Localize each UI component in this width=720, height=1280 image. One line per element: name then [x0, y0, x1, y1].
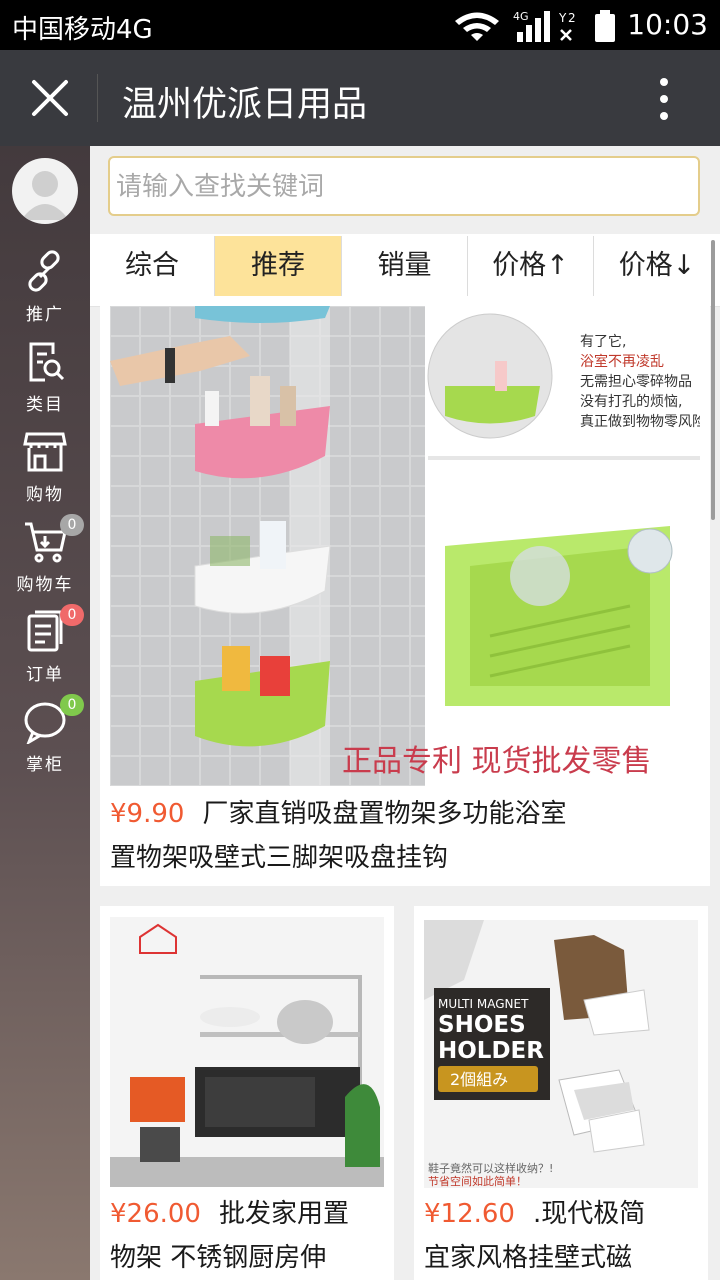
tab-recommended[interactable]: 推荐 [215, 236, 341, 296]
svg-text:有了它,: 有了它, [580, 333, 626, 350]
image-text-line: HOLDER [438, 1038, 544, 1064]
product-title-line1: 厂家直销吸盘置物架多功能浴室 [202, 799, 567, 829]
product-title-line2: 物架 不锈钢厨房伸 [110, 1243, 327, 1273]
network-type-label: 4G [513, 10, 529, 23]
sidebar-item-label: 推广 [26, 305, 64, 325]
product-title[interactable]: ¥26.00 批发家用置 物架 不锈钢厨房伸 [110, 1192, 384, 1280]
carrier-name: 中国移动4G [12, 15, 153, 45]
svg-text:没有打孔的烦恼,: 没有打孔的烦恼, [580, 393, 682, 410]
sidebar-item-label: 类目 [26, 395, 64, 415]
tab-price-asc[interactable]: 价格↑ [468, 236, 593, 296]
cart-badge: 0 [60, 514, 84, 536]
image-text-line: 2個組み [450, 1070, 508, 1089]
wifi-icon [455, 12, 499, 41]
svg-text:节省空间如此简单！: 节省空间如此简单！ [428, 1174, 527, 1188]
sidebar-item-orders[interactable]: 0 订单 [0, 604, 90, 690]
product-image[interactable] [110, 917, 384, 1187]
product-card[interactable]: ¥26.00 批发家用置 物架 不锈钢厨房伸 [100, 906, 394, 1280]
sidebar-item-label: 购物 [26, 485, 64, 505]
orders-badge: 0 [60, 604, 84, 626]
product-title-line2: 置物架吸壁式三脚架吸盘挂钩 [110, 843, 449, 873]
sidebar-item-label: 订单 [26, 665, 64, 685]
image-text-line: SHOES [438, 1012, 526, 1038]
svg-text:浴室不再凌乱: 浴室不再凌乱 [580, 353, 664, 370]
sidebar-item-label: 掌柜 [26, 755, 64, 775]
product-title-line1: 批发家用置 [218, 1199, 349, 1229]
shelf-product-photo: 有了它, 浴室不再凌乱 无需担心零碎物品 没有打孔的烦恼, 真正做到物物零风险 … [110, 306, 700, 786]
sidebar-item-promote[interactable]: 推广 [0, 250, 90, 330]
product-image-caption: 正品专利 现货批发零售 [342, 744, 652, 779]
svg-text:无需担心零碎物品: 无需担心零碎物品 [580, 374, 692, 390]
product-title[interactable]: ¥9.90 厂家直销吸盘置物架多功能浴室 置物架吸壁式三脚架吸盘挂钩 [110, 792, 700, 880]
sidebar-item-category[interactable]: 类目 [0, 340, 90, 420]
tab-price-desc[interactable]: 价格↓ [594, 236, 720, 296]
search-box[interactable] [108, 156, 700, 216]
svg-text:Y: Y [558, 11, 567, 25]
main-content: 综合 推荐 销量 价格↑ 价格↓ [90, 146, 720, 1280]
title-bar: 温州优派日用品 [0, 50, 720, 146]
svg-text:鞋子竟然可以这样收纳？!: 鞋子竟然可以这样收纳？! [428, 1161, 553, 1175]
user-avatar-icon [21, 171, 69, 220]
search-input[interactable] [116, 172, 694, 202]
shoe-holder-photo: MULTI MAGNET SHOES HOLDER 2個組み 鞋子竟然可以这样收… [424, 920, 698, 1188]
title-divider [97, 74, 98, 122]
product-card[interactable]: MULTI MAGNET SHOES HOLDER 2個組み 鞋子竟然可以这样收… [414, 906, 708, 1280]
battery-icon [595, 10, 615, 42]
sidebar-item-cart[interactable]: 0 购物车 [0, 514, 90, 600]
sidebar-item-shopkeeper[interactable]: 0 掌柜 [0, 694, 90, 780]
page-title: 温州优派日用品 [122, 85, 368, 125]
tab-sales[interactable]: 销量 [342, 236, 467, 296]
chat-badge: 0 [60, 694, 84, 716]
product-price: ¥12.60 [424, 1199, 515, 1229]
more-options-icon[interactable] [650, 76, 678, 122]
product-title-line2: 宜家风格挂壁式磁 [424, 1243, 633, 1273]
product-card[interactable]: 有了它, 浴室不再凌乱 无需担心零碎物品 没有打孔的烦恼, 真正做到物物零风险 … [100, 306, 710, 886]
status-bar: 中国移动4G 4G Y 2 10:03 [0, 0, 720, 50]
link-icon [28, 250, 60, 292]
shop-icon [23, 432, 67, 472]
product-price: ¥9.90 [110, 799, 185, 829]
sort-tabs: 综合 推荐 销量 价格↑ 价格↓ [90, 234, 720, 307]
product-image[interactable]: 有了它, 浴室不再凌乱 无需担心零碎物品 没有打孔的烦恼, 真正做到物物零风险 … [110, 306, 700, 786]
sidebar: 推广 类目 购物 0 购物车 0 订单 0 掌柜 [0, 146, 90, 1280]
product-image[interactable]: MULTI MAGNET SHOES HOLDER 2個組み 鞋子竟然可以这样收… [424, 920, 698, 1188]
category-search-icon [29, 342, 65, 382]
sim-slot-label: 2 [568, 11, 576, 25]
image-text-line: MULTI MAGNET [438, 997, 529, 1011]
tab-overall[interactable]: 综合 [90, 236, 214, 296]
clock: 10:03 [627, 8, 708, 41]
sim-signal-icon: Y 2 [558, 11, 576, 41]
product-title-line1: .现代极简 [532, 1199, 646, 1229]
sidebar-item-label: 购物车 [16, 575, 74, 595]
product-title[interactable]: ¥12.60 .现代极简 宜家风格挂壁式磁 [424, 1192, 698, 1280]
product-price: ¥26.00 [110, 1199, 201, 1229]
scrollbar[interactable] [711, 240, 715, 520]
avatar[interactable] [12, 158, 78, 224]
kitchen-rack-photo [110, 917, 384, 1187]
sidebar-item-shop[interactable]: 购物 [0, 430, 90, 510]
svg-text:真正做到物物零风险: 真正做到物物零风险 [580, 414, 700, 430]
close-icon[interactable] [26, 74, 74, 122]
status-icons: 4G Y 2 [455, 10, 615, 42]
